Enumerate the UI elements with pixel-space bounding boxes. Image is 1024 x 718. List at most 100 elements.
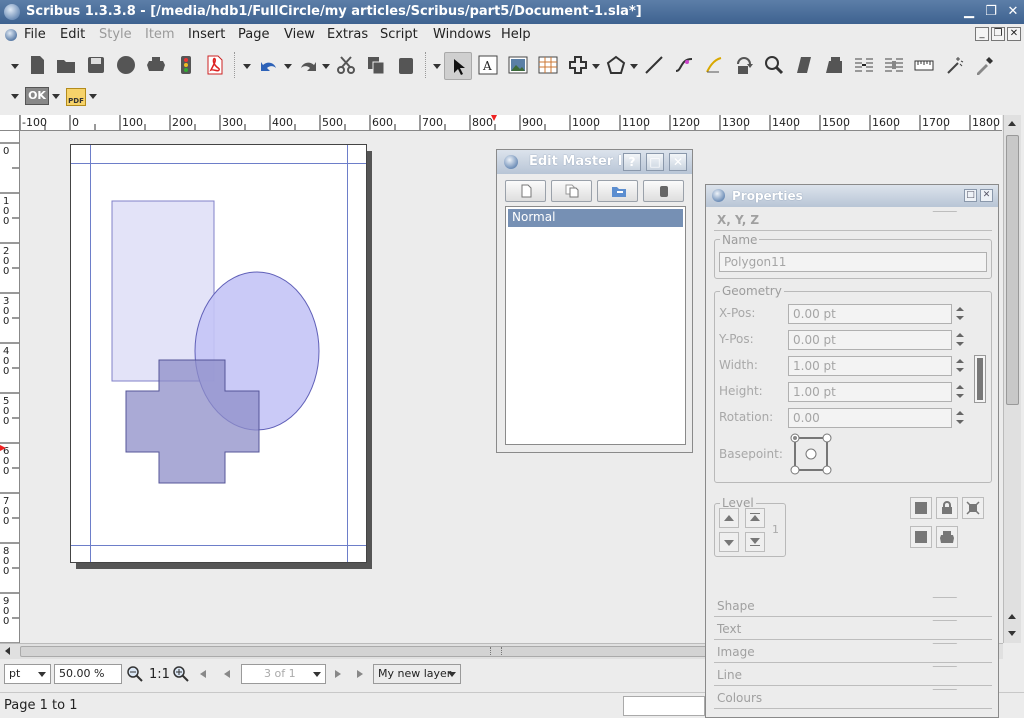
export-pdf-icon[interactable] [204, 54, 226, 76]
print-icon[interactable] [145, 54, 167, 76]
cut-icon[interactable] [335, 54, 357, 76]
layer-selector[interactable]: My new layer [373, 664, 461, 684]
zoom-out-icon[interactable] [126, 665, 144, 683]
select-tool-button[interactable] [444, 52, 472, 80]
close-document-icon[interactable] [115, 54, 137, 76]
mdi-restore-button[interactable]: ❐ [991, 27, 1005, 41]
mdi-close-button[interactable]: ✕ [1007, 27, 1021, 41]
text-frame-icon[interactable]: A [477, 54, 499, 76]
scroll-down-arrow[interactable] [1006, 627, 1019, 640]
vertical-scroll-thumb[interactable] [1006, 135, 1019, 405]
shape-tool-icon[interactable] [567, 54, 589, 76]
copy-item-properties-icon[interactable] [943, 54, 965, 76]
zoom-input[interactable]: 50.00 % [54, 664, 122, 684]
ypos-field[interactable]: 0.00 pt [788, 330, 952, 350]
maximize-button[interactable]: □ [646, 153, 664, 171]
menu-item[interactable]: Item [145, 27, 175, 42]
keep-ratio-chain-button[interactable] [974, 355, 986, 403]
toolbar-handle-arrow[interactable] [243, 64, 251, 69]
scroll-left-arrow[interactable] [5, 647, 10, 655]
rotation-field[interactable]: 0.00 [788, 408, 952, 428]
tab-shape[interactable]: Shape [714, 597, 992, 617]
pdf-push-button-icon[interactable]: OK [25, 87, 49, 105]
save-icon[interactable] [85, 54, 107, 76]
open-folder-icon[interactable] [55, 54, 77, 76]
tab-colours[interactable]: Colours [714, 689, 992, 709]
zoom-magnifier-icon[interactable] [763, 54, 785, 76]
minimize-button[interactable]: ▁ [960, 3, 978, 21]
unit-selector[interactable]: pt [4, 664, 51, 684]
toolbar-handle-arrow[interactable] [11, 64, 19, 69]
close-button[interactable]: ✕ [669, 153, 687, 171]
next-page-icon[interactable] [335, 670, 341, 678]
height-field[interactable]: 1.00 pt [788, 382, 952, 402]
lock-item-button[interactable] [936, 497, 958, 519]
last-page-icon[interactable] [357, 670, 363, 678]
polygon-tool-icon[interactable] [605, 54, 627, 76]
zoom-ratio-label[interactable]: 1:1 [149, 667, 170, 682]
menu-file[interactable]: File [24, 27, 46, 42]
master-pages-titlebar[interactable]: Edit Master Pages ? □ ✕ [497, 150, 692, 174]
tab-line[interactable]: Line [714, 666, 992, 686]
menu-script[interactable]: Script [380, 27, 418, 42]
tab-image[interactable]: Image [714, 643, 992, 663]
flip-vertical-button[interactable] [910, 526, 932, 548]
basepoint-selector[interactable] [790, 433, 832, 475]
rotation-spinner[interactable] [952, 408, 968, 428]
lock-size-button[interactable] [962, 497, 984, 519]
unlink-text-frames-icon[interactable] [883, 54, 905, 76]
line-tool-icon[interactable] [643, 54, 665, 76]
float-button[interactable]: □ [964, 189, 977, 202]
lower-level-button[interactable] [719, 532, 739, 552]
raise-level-button[interactable] [719, 508, 739, 528]
document-icon[interactable] [5, 29, 17, 41]
page-selector[interactable]: 3 of 1 [241, 664, 326, 684]
vertical-scrollbar[interactable] [1003, 115, 1021, 643]
width-spinner[interactable] [952, 356, 968, 376]
first-page-icon[interactable] [200, 670, 206, 678]
preflight-verifier-icon[interactable] [175, 54, 197, 76]
menu-help[interactable]: Help [501, 27, 531, 42]
link-text-frames-icon[interactable] [853, 54, 875, 76]
menu-view[interactable]: View [284, 27, 315, 42]
menu-insert[interactable]: Insert [188, 27, 225, 42]
master-page-item-normal[interactable]: Normal [508, 209, 683, 227]
xpos-field[interactable]: 0.00 pt [788, 304, 952, 324]
document-page[interactable] [70, 144, 367, 563]
flip-horizontal-button[interactable] [910, 497, 932, 519]
mdi-minimize-button[interactable]: _ [975, 27, 989, 41]
close-button[interactable]: ✕ [1004, 3, 1022, 21]
measurements-icon[interactable] [913, 54, 935, 76]
xpos-spinner[interactable] [952, 304, 968, 324]
eyedropper-icon[interactable] [973, 54, 995, 76]
undo-icon[interactable] [258, 54, 280, 76]
paste-icon[interactable] [395, 54, 417, 76]
scroll-up-arrow-lower[interactable] [1006, 610, 1019, 623]
maximize-button[interactable]: ❐ [982, 3, 1000, 21]
copy-icon[interactable] [365, 54, 387, 76]
pdf-annotation-icon[interactable]: PDF [66, 88, 86, 106]
zoom-in-icon[interactable] [172, 665, 190, 683]
menu-page[interactable]: Page [238, 27, 269, 42]
table-icon[interactable] [537, 54, 559, 76]
width-field[interactable]: 1.00 pt [788, 356, 952, 376]
toolbar-handle-arrow[interactable] [433, 64, 441, 69]
ruler-corner[interactable] [0, 115, 20, 131]
item-name-field[interactable]: Polygon11 [719, 252, 987, 272]
pdf-fields-dropdown-arrow[interactable] [52, 94, 60, 99]
redo-dropdown-arrow[interactable] [322, 64, 330, 69]
scribus-app-icon[interactable] [4, 4, 20, 20]
menu-extras[interactable]: Extras [327, 27, 368, 42]
import-master-page-button[interactable] [597, 180, 638, 202]
menu-windows[interactable]: Windows [433, 27, 491, 42]
help-button[interactable]: ? [623, 153, 641, 171]
close-button[interactable]: ✕ [980, 189, 993, 202]
rotate-item-icon[interactable] [733, 54, 755, 76]
pdf-annotations-dropdown-arrow[interactable] [89, 94, 97, 99]
new-master-page-button[interactable] [505, 180, 546, 202]
horizontal-ruler[interactable]: -100 0 100 200 300 400 500 600 700 800 900 1000 1100… [20, 115, 1002, 131]
edit-text-story-icon[interactable] [823, 54, 845, 76]
polygon-dropdown-arrow[interactable] [630, 64, 638, 69]
duplicate-master-page-button[interactable] [551, 180, 592, 202]
shape-dropdown-arrow[interactable] [592, 64, 600, 69]
